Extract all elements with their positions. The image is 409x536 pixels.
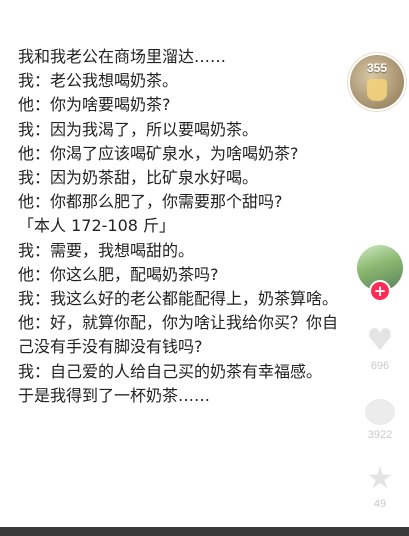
comment-button[interactable]: 3922 — [358, 395, 402, 441]
heart-icon: ♥ — [366, 323, 394, 358]
like-count: 696 — [370, 360, 390, 372]
progress-bar[interactable] — [0, 527, 409, 536]
star-icon: ★ — [366, 461, 394, 496]
text-line: 他：你渴了应该喝矿泉水，为啥喝奶茶? — [18, 143, 299, 163]
text-line: 我：因为我渴了，所以要喝奶茶。 — [18, 119, 259, 139]
comment-count: 3922 — [367, 429, 393, 441]
cup-icon — [367, 79, 387, 101]
favorite-count: 49 — [373, 498, 387, 510]
text-line: 我：老公我想喝奶茶。 — [18, 71, 179, 91]
text-line: 我：因为奶茶甜，比矿泉水好喝。 — [18, 168, 259, 188]
follow-button[interactable]: + — [371, 282, 389, 300]
text-line: 他：好，就算你配，你为啥让我给你买？你自 — [18, 313, 339, 333]
favorite-button[interactable]: ★ 49 — [358, 461, 402, 511]
like-button[interactable]: ♥ 696 — [358, 323, 402, 373]
text-line: 他：你这么肥，配喝奶茶吗? — [18, 264, 219, 284]
text-line: 「本人 172-108 斤」 — [18, 216, 176, 236]
text-line: 他：你都那么肥了，你需要那个甜吗? — [18, 192, 283, 212]
text-line: 己没有手没有脚没有钱吗? — [18, 337, 203, 357]
text-line: 我：需要，我想喝甜的。 — [18, 240, 195, 260]
progress-fill — [0, 527, 409, 536]
post-text: 我和我老公在商场里溜达…… 我：老公我想喝奶茶。 他：你为啥要喝奶茶? 我：因为… — [18, 45, 363, 408]
text-line: 我：我这么好的老公都能配得上，奶茶算啥。 — [18, 289, 339, 309]
text-line: 我和我老公在商场里溜达…… — [18, 47, 227, 66]
badge-count: 355 — [366, 61, 388, 75]
text-line: 他：你为啥要喝奶茶? — [18, 95, 171, 115]
text-line: 我：自己爱的人给自己买的奶茶有幸福感。 — [18, 361, 323, 381]
text-line: 于是我得到了一杯奶茶…… — [18, 385, 211, 405]
comment-icon — [365, 399, 395, 425]
milk-tea-badge[interactable]: 355 — [350, 55, 404, 109]
post-frame: 我和我老公在商场里溜达…… 我：老公我想喝奶茶。 他：你为啥要喝奶茶? 我：因为… — [0, 0, 409, 536]
